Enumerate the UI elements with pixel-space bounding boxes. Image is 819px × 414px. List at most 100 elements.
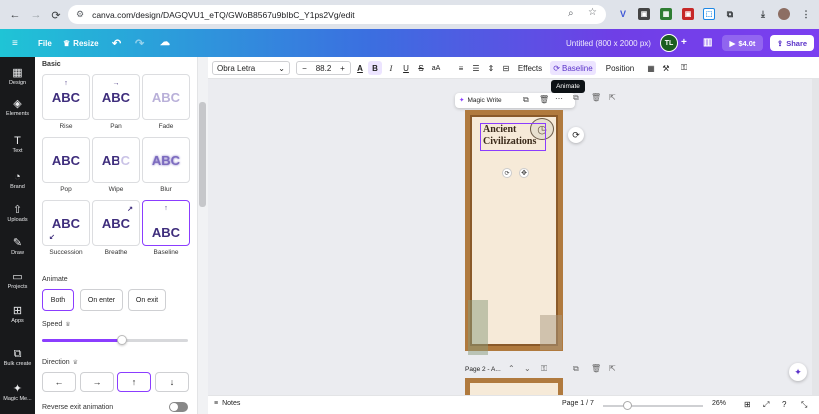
rail-item-projects[interactable]: ▭ Projects: [0, 271, 35, 290]
insights-chart-icon[interactable]: ▥: [703, 37, 712, 48]
position-button[interactable]: Position: [602, 61, 638, 75]
increase-size-icon[interactable]: +: [336, 64, 350, 73]
profile-avatar-icon[interactable]: [778, 8, 790, 20]
animate-button[interactable]: ⟳ Baseline: [550, 61, 596, 75]
duplicate-icon[interactable]: ⧉: [523, 95, 529, 105]
zoom-icon[interactable]: ⌕: [568, 8, 574, 19]
more-options-icon[interactable]: ⋯: [555, 94, 563, 103]
back-icon[interactable]: ←: [6, 6, 24, 24]
rail-item-brand[interactable]: ◔ Brand: [0, 171, 35, 190]
animation-tile-baseline[interactable]: ↑ ABC: [142, 200, 190, 246]
spacing-icon[interactable]: ⇕: [485, 61, 497, 75]
rail-item-bulk-create[interactable]: ⧉ Bulk create: [0, 348, 35, 367]
letter-case-button[interactable]: aA: [429, 61, 443, 75]
animation-tile-succession[interactable]: ↙ ABC: [42, 200, 90, 246]
rail-item-magic-media[interactable]: ✦ Magic Me...: [0, 383, 35, 402]
animation-tile-rise[interactable]: ↑ ABC: [42, 74, 90, 120]
rotate-handle-icon[interactable]: ⟳: [502, 168, 512, 178]
zoom-value[interactable]: 26%: [712, 400, 726, 407]
direction-right-button[interactable]: →: [80, 372, 114, 392]
transparency-icon[interactable]: ▦: [645, 61, 657, 75]
paint-roller-icon[interactable]: ⚒: [660, 61, 672, 75]
bold-button[interactable]: B: [368, 61, 382, 75]
page-2-lock-icon[interactable]: ⚿: [541, 364, 547, 374]
page-2-delete-icon[interactable]: 🗑: [591, 364, 601, 373]
page-add-icon[interactable]: ⇱: [609, 93, 616, 102]
move-handle-icon[interactable]: ✥: [519, 168, 529, 178]
effects-button[interactable]: Effects: [512, 61, 548, 75]
magic-write-button[interactable]: ✦ Magic Write: [459, 96, 502, 105]
rail-item-design[interactable]: ▦ Design: [0, 67, 35, 86]
page-delete-icon[interactable]: 🗑: [591, 93, 601, 102]
rail-item-draw[interactable]: ✎ Draw: [0, 237, 35, 256]
design-title[interactable]: Ancient Civilizations: [481, 124, 545, 148]
extension-red-icon[interactable]: ▣: [682, 8, 694, 20]
page-2-down-icon[interactable]: ⌄: [524, 364, 531, 373]
bookmark-star-icon[interactable]: ☆: [588, 7, 597, 18]
extension-grid-icon[interactable]: ▦: [660, 8, 672, 20]
align-left-icon[interactable]: ≡: [455, 61, 467, 75]
magic-assistant-icon[interactable]: ✦: [789, 363, 807, 381]
speed-slider-thumb[interactable]: [117, 335, 128, 345]
canvas-area[interactable]: Animate ✦ Magic Write ⧉ 🗑 ⋯ ⧉ 🗑 ⇱ ◷ Ancie…: [208, 79, 819, 395]
extension-blue-icon[interactable]: ⬚: [703, 8, 715, 20]
font-size-value[interactable]: 88.2: [312, 64, 336, 73]
animate-option-both[interactable]: Both: [42, 289, 74, 311]
page-2-add-icon[interactable]: ⇱: [609, 364, 616, 373]
reverse-exit-toggle[interactable]: [169, 402, 188, 412]
selected-title-box[interactable]: Ancient Civilizations: [480, 123, 546, 151]
speed-slider-track[interactable]: [42, 339, 188, 342]
forward-icon[interactable]: →: [27, 6, 45, 24]
extension-v-icon[interactable]: V: [617, 8, 629, 20]
menu-kebab-icon[interactable]: ⋮: [800, 8, 812, 20]
animation-tile-breathe[interactable]: ↗ ABC: [92, 200, 140, 246]
zoom-slider-track[interactable]: [603, 405, 703, 407]
add-collaborator-icon[interactable]: +: [681, 37, 687, 48]
download-icon[interactable]: ⤓: [757, 8, 769, 20]
decrease-size-icon[interactable]: −: [298, 64, 312, 73]
refresh-page-icon[interactable]: ⟳: [568, 127, 584, 143]
zoom-slider-thumb[interactable]: [623, 401, 632, 410]
speed-info-icon[interactable]: ♛: [65, 321, 70, 328]
panel-scrollbar-thumb[interactable]: [199, 102, 206, 207]
rail-item-uploads[interactable]: ⇧ Uploads: [0, 204, 35, 223]
resize-button[interactable]: ♛ Resize: [63, 39, 99, 48]
vertical-text-icon[interactable]: ⊟: [500, 61, 512, 75]
extensions-puzzle-icon[interactable]: ⧉: [724, 8, 736, 20]
grid-view-icon[interactable]: ⊞: [744, 400, 751, 409]
animate-option-on-exit[interactable]: On exit: [128, 289, 166, 311]
share-button[interactable]: ⇪ Share: [770, 35, 814, 51]
direction-info-icon[interactable]: ♛: [73, 359, 78, 366]
animation-tile-pan[interactable]: → ABC: [92, 74, 140, 120]
animation-tile-fade[interactable]: ABC: [142, 74, 190, 120]
design-page-2[interactable]: [465, 378, 563, 395]
notes-button[interactable]: ≡ Notes: [214, 400, 240, 407]
page-2-up-icon[interactable]: ⌃: [508, 364, 515, 373]
present-button[interactable]: ▶ $4.0t: [722, 35, 763, 51]
text-color-button[interactable]: A: [353, 61, 367, 75]
document-title[interactable]: Untitled (800 x 2000 px): [566, 39, 651, 48]
strikethrough-button[interactable]: S: [415, 61, 427, 75]
undo-icon[interactable]: ↶: [112, 37, 121, 50]
animation-tile-wipe[interactable]: ABC: [92, 137, 140, 183]
direction-down-button[interactable]: ↓: [155, 372, 189, 392]
rail-item-apps[interactable]: ⊞ Apps: [0, 305, 35, 324]
animation-tile-blur[interactable]: ABC: [142, 137, 190, 183]
cloud-saved-icon[interactable]: ☁: [160, 37, 170, 48]
site-info-icon[interactable]: ⚙: [76, 9, 84, 20]
animate-option-on-enter[interactable]: On enter: [80, 289, 123, 311]
direction-left-button[interactable]: ←: [42, 372, 76, 392]
address-bar[interactable]: ⚙ canva.com/design/DAGQVU1_eTQ/GWoB8567u…: [68, 5, 606, 24]
expand-icon[interactable]: ⤡: [801, 400, 807, 410]
rail-item-text[interactable]: T Text: [0, 135, 35, 154]
italic-button[interactable]: I: [385, 61, 397, 75]
font-size-stepper[interactable]: − 88.2 +: [296, 61, 351, 75]
file-menu[interactable]: File: [38, 39, 52, 48]
lock-icon[interactable]: ⚿: [678, 61, 690, 75]
list-icon[interactable]: ☰: [470, 61, 482, 75]
page-2-copy-icon[interactable]: ⧉: [573, 364, 579, 374]
redo-icon[interactable]: ↷: [135, 37, 144, 50]
hamburger-menu-icon[interactable]: ≡: [12, 38, 18, 49]
animation-tile-pop[interactable]: ABC: [42, 137, 90, 183]
help-icon[interactable]: ?: [782, 400, 786, 409]
